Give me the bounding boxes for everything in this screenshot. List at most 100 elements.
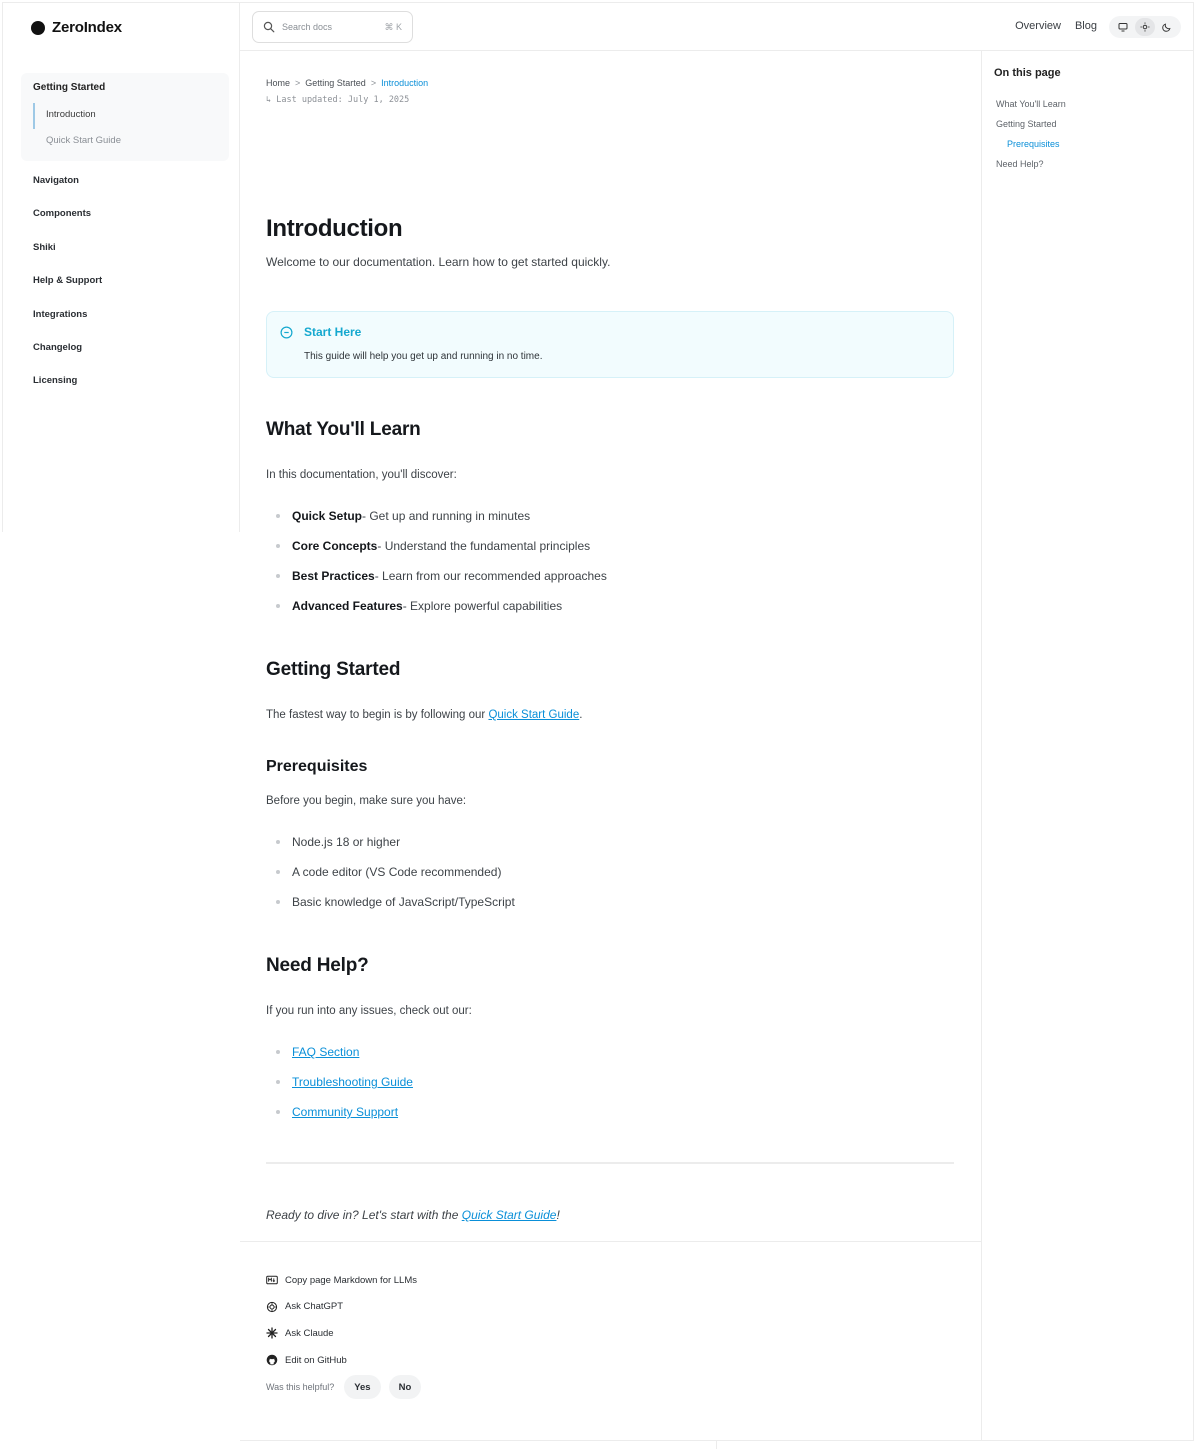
toc-item-getting-started[interactable]: Getting Started [996,117,1066,137]
divider [266,1162,954,1164]
prereq-list: Node.js 18 or higher A code editor (VS C… [276,827,515,917]
help-links-list: FAQ Section Troubleshooting Guide Commun… [276,1037,413,1127]
sidebar-item-shiki[interactable]: Shiki [33,238,102,271]
heading-need-help: Need Help? [266,955,369,976]
breadcrumb: Home > Getting Started > Introduction [266,78,428,88]
list-item-text: Node.js 18 or higher [292,835,401,849]
bullet [276,1080,280,1084]
nav-link-blog[interactable]: Blog [1075,20,1097,32]
quick-start-guide-link[interactable]: Quick Start Guide [488,709,579,721]
theme-light-button[interactable] [1135,18,1155,36]
claude-icon [266,1327,278,1340]
copy-markdown-label: Copy page Markdown for LLMs [285,1274,418,1286]
feedback-widget: Was this helpful? Yes No [266,1375,422,1399]
brand-logo[interactable]: ZeroIndex [31,19,122,36]
sidebar-item-navigation[interactable]: Navigaton [33,171,102,204]
toc-item-what-youll-learn[interactable]: What You'll Learn [996,97,1066,117]
footer-divider [240,1241,981,1242]
closing-text-start: Ready to dive in? Let's start with the [266,1208,462,1222]
closing-quick-start-link[interactable]: Quick Start Guide [462,1208,557,1222]
sidebar-item-help-support[interactable]: Help & Support [33,271,102,304]
feedback-yes-button[interactable]: Yes [344,1375,381,1399]
feedback-no-button[interactable]: No [388,1375,422,1399]
sidebar-item-introduction[interactable]: Introduction [33,103,223,129]
list-item-term: Advanced Features [292,599,403,613]
list-item: Advanced Features - Explore powerful cap… [276,591,607,621]
bullet [276,900,280,904]
page-lead: Welcome to our documentation. Learn how … [266,255,611,269]
search-input[interactable]: Search docs ⌘ K [252,11,413,43]
help-intro: If you run into any issues, check out ou… [266,1005,472,1017]
faq-section-link[interactable]: FAQ Section [292,1045,359,1059]
sidebar-item-licensing[interactable]: Licensing [33,371,102,404]
theme-dark-button[interactable] [1157,18,1177,36]
ask-chatgpt-label: Ask ChatGPT [285,1301,344,1313]
ask-chatgpt-button[interactable]: Ask ChatGPT [266,1294,417,1321]
list-item: Core Concepts - Understand the fundament… [276,531,607,561]
list-item: Troubleshooting Guide [276,1067,413,1097]
edit-on-github-button[interactable]: Edit on GitHub [266,1347,417,1374]
last-updated: ↳ Last updated: July 1, 2025 [266,95,410,105]
getting-started-text: The fastest way to begin is by following… [266,709,582,721]
list-item-term: Best Practices [292,569,375,583]
brand-name: ZeroIndex [52,19,122,36]
getting-started-text-end: . [579,709,583,721]
breadcrumb-current: Introduction [381,78,429,88]
search-shortcut: ⌘ K [384,21,402,32]
sidebar-group-title[interactable]: Getting Started [33,82,105,93]
chatgpt-icon [266,1301,278,1312]
bullet [276,1110,280,1114]
learn-intro: In this documentation, you'll discover: [266,469,457,481]
closing-text-end: ! [556,1208,560,1222]
search-icon [263,21,275,33]
top-links: Overview Blog [1015,20,1097,32]
list-item: Basic knowledge of JavaScript/TypeScript [276,887,515,917]
bullet [276,840,280,844]
sidebar-item-integrations[interactable]: Integrations [33,305,102,338]
bullet [276,574,280,578]
feedback-label: Was this helpful? [266,1382,335,1392]
toc-item-prerequisites[interactable]: Prerequisites [996,137,1066,157]
list-item: Best Practices - Learn from our recommen… [276,561,607,591]
monitor-icon [1118,23,1128,32]
toc-item-need-help[interactable]: Need Help? [996,157,1066,177]
toc-title: On this page [994,67,1061,79]
markdown-icon [266,1275,278,1285]
bullet [276,1050,280,1054]
bottom-divider [240,1440,1194,1441]
ask-claude-button[interactable]: Ask Claude [266,1320,417,1347]
copy-markdown-button[interactable]: Copy page Markdown for LLMs [266,1267,417,1294]
heading-prerequisites: Prerequisites [266,758,368,775]
list-item-text: A code editor (VS Code recommended) [292,865,502,879]
heading-getting-started: Getting Started [266,659,401,680]
sidebar-item-changelog[interactable]: Changelog [33,338,102,371]
toc-list: What You'll Learn Getting Started Prereq… [996,97,1066,177]
list-item: Quick Setup - Get up and running in minu… [276,501,607,531]
getting-started-text-start: The fastest way to begin is by following… [266,709,489,721]
theme-system-button[interactable] [1113,18,1133,36]
bottom-divider-tick [716,1440,717,1449]
nav-link-overview[interactable]: Overview [1015,20,1061,32]
community-support-link[interactable]: Community Support [292,1105,398,1119]
troubleshooting-guide-link[interactable]: Troubleshooting Guide [292,1075,413,1089]
prereq-intro: Before you begin, make sure you have: [266,795,467,807]
list-item-text: Basic knowledge of JavaScript/TypeScript [292,895,515,909]
list-item: FAQ Section [276,1037,413,1067]
page-actions: Copy page Markdown for LLMs Ask ChatGPT … [266,1267,417,1373]
learn-list: Quick Setup - Get up and running in minu… [276,501,607,621]
sidebar-item-components[interactable]: Components [33,204,102,237]
sidebar-item-quick-start-guide[interactable]: Quick Start Guide [33,129,223,155]
sidebar-sublist: Introduction Quick Start Guide [33,103,223,155]
breadcrumb-home[interactable]: Home [266,78,290,88]
theme-switcher [1109,16,1181,38]
moon-icon [1162,23,1171,32]
callout-title: Start Here [304,325,362,339]
list-item: Node.js 18 or higher [276,827,515,857]
breadcrumb-getting-started[interactable]: Getting Started [305,78,366,88]
heading-what-youll-learn: What You'll Learn [266,419,421,440]
breadcrumb-separator: > [295,78,301,88]
info-circle-icon [280,326,293,339]
list-item-desc: - Learn from our recommended approaches [374,569,607,583]
list-item-term: Quick Setup [292,509,363,523]
bullet [276,514,280,518]
